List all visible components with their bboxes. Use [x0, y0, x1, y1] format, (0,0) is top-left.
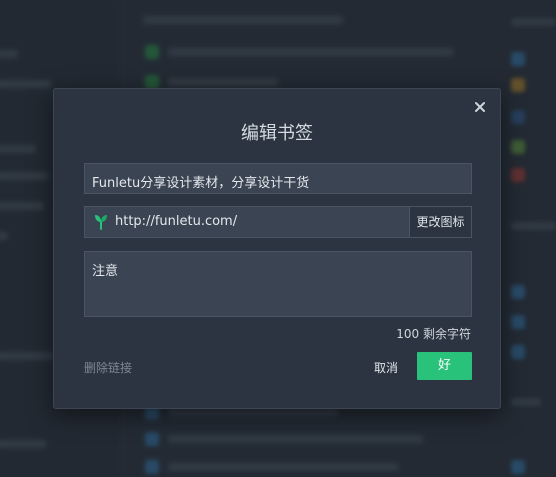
cancel-button[interactable]: 取消: [374, 359, 398, 376]
note-textarea[interactable]: 注意: [84, 251, 472, 317]
remaining-chars-counter: 100 剩余字符: [396, 327, 471, 341]
edit-bookmark-dialog: 编辑书签 Funletu分享设计素材，分享设计干货 http://funletu…: [53, 88, 501, 409]
bookmark-url-value: http://funletu.com/: [115, 214, 238, 229]
ok-button[interactable]: 好: [417, 352, 472, 380]
change-icon-button[interactable]: 更改图标: [409, 206, 472, 238]
dialog-title: 编辑书签: [241, 123, 313, 144]
bookmark-title-input[interactable]: Funletu分享设计素材，分享设计干货: [84, 163, 472, 194]
leaf-icon: [94, 214, 108, 230]
close-icon[interactable]: [472, 99, 488, 115]
delete-link-button[interactable]: 删除链接: [84, 359, 132, 376]
bookmark-url-input[interactable]: http://funletu.com/: [84, 206, 410, 238]
